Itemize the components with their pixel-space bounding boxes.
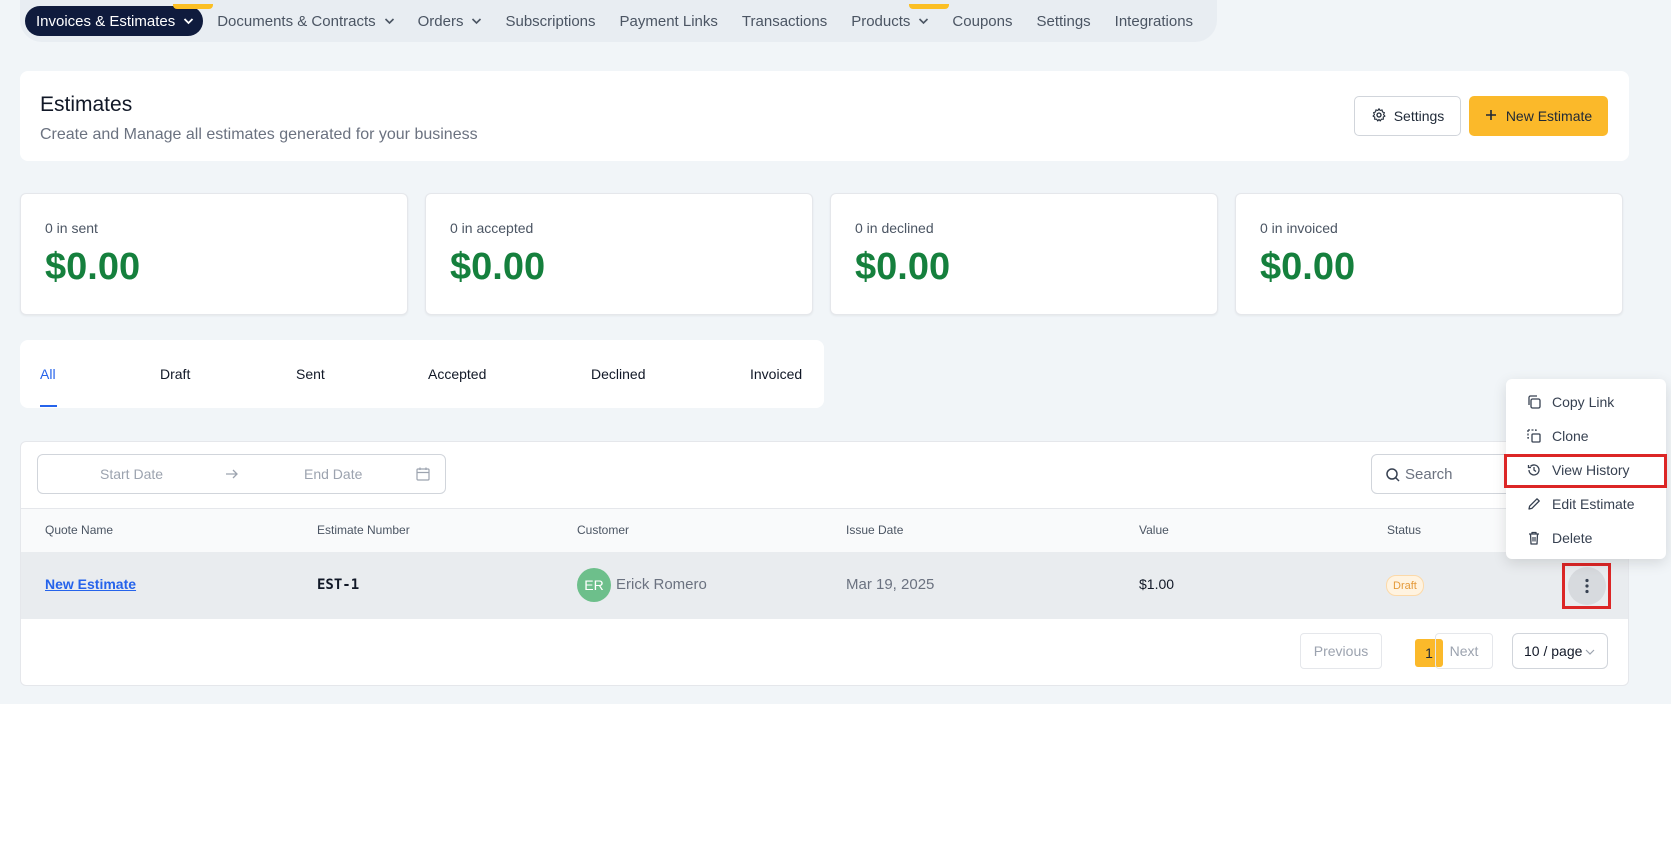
nav-label: Transactions [741,12,828,30]
date-range-picker[interactable]: Start Date End Date [37,454,446,494]
settings-button-label: Settings [1393,108,1445,124]
stat-value: $0.00 [450,246,546,288]
highlight-box [1562,563,1611,609]
calendar-icon [415,466,431,482]
stat-label: 0 in accepted [450,220,534,236]
highlight-box [1504,454,1667,488]
nav-label: Payment Links [619,12,718,30]
table-row[interactable]: New Estimate EST-1 ER Erick Romero Mar 1… [21,552,1628,619]
status-tabs: All Draft Sent Accepted Declined Invoice… [20,340,824,408]
stat-label: 0 in sent [45,220,98,236]
tab-all[interactable]: All [40,366,56,382]
stat-label: 0 in declined [855,220,934,236]
quote-name-link[interactable]: New Estimate [45,576,136,592]
start-date-input[interactable]: Start Date [100,466,163,482]
active-tab-indicator [40,405,57,407]
chevron-down-icon [183,16,194,26]
tab-declined[interactable]: Declined [591,366,645,382]
nav-label: Settings [1036,12,1091,30]
column-header: Customer [577,523,630,537]
nav-documents-contracts[interactable]: Documents & Contracts [205,6,405,36]
page-size-select[interactable]: 10 / page [1512,633,1608,669]
column-header: Quote Name [45,523,114,537]
menu-item-copy-link[interactable]: Copy Link [1526,391,1614,413]
menu-item-label: Delete [1552,530,1593,546]
stat-value: $0.00 [855,246,951,288]
estimate-value: $1.00 [1139,576,1175,592]
chevron-down-icon [471,16,482,26]
column-header: Issue Date [846,523,904,537]
nav-coupons[interactable]: Coupons [940,6,1024,36]
tab-accepted[interactable]: Accepted [428,366,486,382]
issue-date: Mar 19, 2025 [846,576,935,593]
stat-card-accepted: 0 in accepted $0.00 [425,193,813,315]
nav-integrations[interactable]: Integrations [1103,6,1205,36]
previous-page-button[interactable]: Previous [1300,633,1382,669]
estimate-number: EST-1 [317,577,360,593]
pencil-icon [1526,496,1542,512]
nav-orders[interactable]: Orders [406,6,494,36]
status-badge: Draft [1386,575,1424,596]
search-placeholder: Search [1405,466,1453,483]
page-subtitle: Create and Manage all estimates generate… [40,126,478,143]
table-header: Quote Name Estimate Number Customer Issu… [21,508,1628,552]
menu-item-edit-estimate[interactable]: Edit Estimate [1526,493,1634,515]
menu-item-clone[interactable]: Clone [1526,425,1589,447]
stat-card-sent: 0 in sent $0.00 [20,193,408,315]
nav-label: Integrations [1114,12,1194,30]
chevron-down-icon [1585,643,1595,659]
nav-payment-links[interactable]: Payment Links [608,6,730,36]
nav-settings[interactable]: Settings [1024,6,1102,36]
menu-item-label: Clone [1552,428,1589,444]
end-date-input[interactable]: End Date [304,466,362,482]
copy-icon [1526,394,1542,410]
chevron-down-icon [384,16,394,26]
nav-subscriptions[interactable]: Subscriptions [493,6,607,36]
tab-sent[interactable]: Sent [296,366,325,382]
stat-label: 0 in invoiced [1260,220,1338,236]
stat-card-declined: 0 in declined $0.00 [830,193,1218,315]
tab-invoiced[interactable]: Invoiced [750,366,802,382]
gear-icon [1371,107,1387,126]
nav-label: Subscriptions [505,12,596,30]
plus-icon [1485,108,1497,124]
nav-label: Orders [417,12,464,30]
stat-card-invoiced: 0 in invoiced $0.00 [1235,193,1623,315]
app-background: Invoices & Estimates Documents & Contrac… [0,0,1671,704]
trash-icon [1526,530,1542,546]
nav-invoices-estimates[interactable]: Invoices & Estimates [25,4,213,36]
stat-value: $0.00 [1260,246,1356,288]
page-size-label: 10 / page [1524,643,1583,659]
menu-item-label: Copy Link [1552,394,1615,410]
settings-button[interactable]: Settings [1354,96,1461,136]
nav-label: Invoices & Estimates [36,12,176,30]
estimates-table-card: Start Date End Date Search Quote Name Es… [20,441,1629,686]
column-header: Estimate Number [317,523,410,537]
column-header: Value [1139,523,1169,537]
nav-transactions[interactable]: Transactions [730,6,839,36]
nav-label: Coupons [952,12,1013,30]
search-icon [1385,467,1401,483]
chevron-down-icon [918,16,929,26]
next-page-button[interactable]: Next [1435,633,1493,669]
avatar: ER [577,568,611,602]
arrow-right-icon [224,466,240,482]
customer-name: Erick Romero [616,576,707,593]
nav-label: Products [851,12,911,30]
nav-label: Documents & Contracts [217,12,376,30]
page-header: Estimates Create and Manage all estimate… [20,71,1629,161]
new-estimate-label: New Estimate [1505,108,1593,124]
tab-draft[interactable]: Draft [160,366,190,382]
clone-icon [1526,428,1542,444]
stat-value: $0.00 [45,246,141,288]
nav-products[interactable]: Products [839,4,950,36]
top-nav: Invoices & Estimates Documents & Contrac… [20,0,1217,42]
new-estimate-button[interactable]: New Estimate [1469,96,1608,136]
column-header: Status [1387,523,1422,537]
menu-item-label: Edit Estimate [1552,496,1635,512]
page-title: Estimates [40,93,133,116]
menu-item-delete[interactable]: Delete [1526,527,1592,549]
